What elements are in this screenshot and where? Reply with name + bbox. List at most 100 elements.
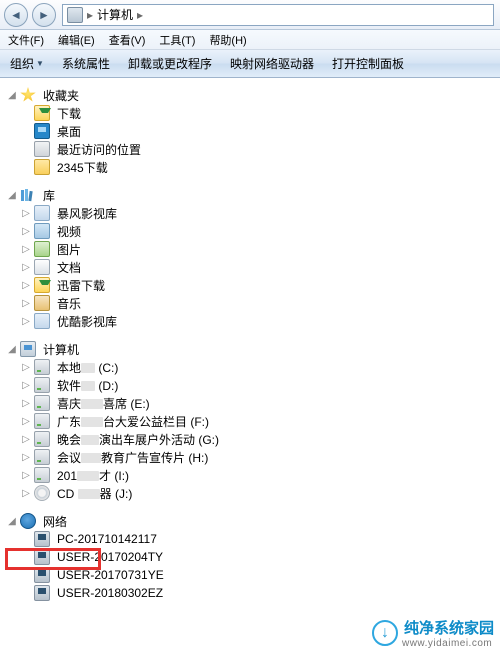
tree-item-drive[interactable]: ▷ 喜庆喜席 (E:) <box>0 394 500 412</box>
expand-icon[interactable]: ▷ <box>20 279 32 291</box>
tree-label: USER-20170204TY <box>57 550 163 564</box>
expand-icon[interactable]: ▷ <box>20 361 32 373</box>
tree-label: 2345下载 <box>57 159 108 176</box>
tree-item[interactable]: ▷ 图片 <box>0 240 500 258</box>
tree-label: CD 器 (J:) <box>57 485 132 502</box>
nav-forward-button[interactable]: ► <box>32 3 56 27</box>
tree-item[interactable]: ▷ 暴风影视库 <box>0 204 500 222</box>
tree-item-network-pc[interactable]: PC-201710142117 <box>0 530 500 548</box>
libraries-icon <box>20 187 36 203</box>
tree-group-libraries: ◢ 库 ▷ 暴风影视库 ▷ 视频 ▷ 图片 ▷ 文档 ▷ <box>0 186 500 330</box>
tree-item-drive[interactable]: ▷ 会议教育广告宣传片 (H:) <box>0 448 500 466</box>
tree-label: 最近访问的位置 <box>57 141 141 158</box>
collapse-icon[interactable]: ◢ <box>6 343 18 355</box>
tree-item-drive[interactable]: ▷ 软件 (D:) <box>0 376 500 394</box>
item-icon <box>34 295 50 311</box>
expand-icon[interactable]: ▷ <box>20 451 32 463</box>
navigation-bar: ◄ ► ▸ 计算机 ▸ <box>0 0 500 30</box>
tree-label: 软件 (D:) <box>57 377 118 394</box>
tree-item-drive[interactable]: ▷ 本地 (C:) <box>0 358 500 376</box>
tree-item[interactable]: ▷ 视频 <box>0 222 500 240</box>
collapse-icon[interactable]: ◢ <box>6 515 18 527</box>
expand-icon[interactable]: ▷ <box>20 469 32 481</box>
expand-icon[interactable]: ▷ <box>20 297 32 309</box>
tree-node-computer[interactable]: ◢ 计算机 <box>0 340 500 358</box>
expand-icon[interactable]: ▷ <box>20 261 32 273</box>
menu-view[interactable]: 查看(V) <box>109 32 146 48</box>
tree-label: 迅雷下载 <box>57 277 105 294</box>
star-icon <box>20 87 36 103</box>
tree-label: 计算机 <box>43 341 79 358</box>
item-icon <box>34 223 50 239</box>
expand-icon[interactable]: ▷ <box>20 207 32 219</box>
item-icon <box>34 205 50 221</box>
menu-edit[interactable]: 编辑(E) <box>58 32 95 48</box>
tree-item-drive[interactable]: ▷ 201才 (I:) <box>0 466 500 484</box>
tree-label: 文档 <box>57 259 81 276</box>
drive-icon <box>34 359 50 375</box>
tree-item[interactable]: ▷ 迅雷下载 <box>0 276 500 294</box>
item-icon <box>34 105 50 121</box>
tree-item[interactable]: 下载 <box>0 104 500 122</box>
tree-item-network-pc[interactable]: USER-20170204TY <box>0 548 500 566</box>
toolbar-uninstall[interactable]: 卸载或更改程序 <box>128 55 212 72</box>
tree-label: 晚会演出车展户外活动 (G:) <box>57 431 219 448</box>
tree-item-drive[interactable]: ▷ 晚会演出车展户外活动 (G:) <box>0 430 500 448</box>
drive-icon <box>34 467 50 483</box>
tree-item[interactable]: 2345下载 <box>0 158 500 176</box>
breadcrumb-sep: ▸ <box>137 8 143 22</box>
expand-icon[interactable]: ▷ <box>20 487 32 499</box>
tree-item[interactable]: ▷ 优酷影视库 <box>0 312 500 330</box>
expand-icon[interactable]: ▷ <box>20 397 32 409</box>
address-bar[interactable]: ▸ 计算机 ▸ <box>62 4 494 26</box>
pc-icon <box>34 549 50 565</box>
tree-node-network[interactable]: ◢ 网络 <box>0 512 500 530</box>
navigation-tree: ◢ 收藏夹 下载 桌面 最近访问的位置 2345下载 ◢ 库 <box>0 78 500 655</box>
menu-tools[interactable]: 工具(T) <box>159 32 195 48</box>
expand-icon[interactable]: ▷ <box>20 415 32 427</box>
tree-label: USER-20170731YE <box>57 568 164 582</box>
expand-icon[interactable]: ▷ <box>20 243 32 255</box>
drive-icon <box>34 413 50 429</box>
item-icon <box>34 277 50 293</box>
tree-node-libraries[interactable]: ◢ 库 <box>0 186 500 204</box>
drive-icon <box>34 395 50 411</box>
expand-icon[interactable]: ▷ <box>20 225 32 237</box>
expand-icon[interactable]: ▷ <box>20 379 32 391</box>
toolbar-map-drive[interactable]: 映射网络驱动器 <box>230 55 314 72</box>
tree-item-network-pc[interactable]: USER-20170731YE <box>0 566 500 584</box>
tree-item[interactable]: 最近访问的位置 <box>0 140 500 158</box>
tree-label: 广东台大爱公益栏目 (F:) <box>57 413 209 430</box>
expand-icon[interactable]: ▷ <box>20 433 32 445</box>
tree-item-drive[interactable]: ▷ CD 器 (J:) <box>0 484 500 502</box>
drive-icon <box>34 377 50 393</box>
drive-icon <box>34 449 50 465</box>
collapse-icon[interactable]: ◢ <box>6 89 18 101</box>
tree-label: 库 <box>43 187 55 204</box>
menu-help[interactable]: 帮助(H) <box>209 32 246 48</box>
item-icon <box>34 123 50 139</box>
expand-icon[interactable]: ▷ <box>20 315 32 327</box>
menu-file[interactable]: 文件(F) <box>8 32 44 48</box>
item-icon <box>34 259 50 275</box>
drive-icon <box>34 431 50 447</box>
menu-bar: 文件(F) 编辑(E) 查看(V) 工具(T) 帮助(H) <box>0 30 500 50</box>
item-icon <box>34 141 50 157</box>
collapse-icon[interactable]: ◢ <box>6 189 18 201</box>
tree-item-network-pc[interactable]: USER-20180302EZ <box>0 584 500 602</box>
tree-label: 图片 <box>57 241 81 258</box>
tree-item[interactable]: ▷ 音乐 <box>0 294 500 312</box>
toolbar-control-panel[interactable]: 打开控制面板 <box>332 55 404 72</box>
nav-back-button[interactable]: ◄ <box>4 3 28 27</box>
tree-item-drive[interactable]: ▷ 广东台大爱公益栏目 (F:) <box>0 412 500 430</box>
network-icon <box>20 513 36 529</box>
tree-label: 本地 (C:) <box>57 359 118 376</box>
toolbar-system-properties[interactable]: 系统属性 <box>62 55 110 72</box>
tree-node-favorites[interactable]: ◢ 收藏夹 <box>0 86 500 104</box>
toolbar-organize[interactable]: 组织▼ <box>10 55 44 72</box>
toolbar: 组织▼ 系统属性 卸载或更改程序 映射网络驱动器 打开控制面板 <box>0 50 500 78</box>
tree-item[interactable]: ▷ 文档 <box>0 258 500 276</box>
tree-group-computer: ◢ 计算机 ▷ 本地 (C:) ▷ 软件 (D:) ▷ 喜庆喜席 (E:) ▷ … <box>0 340 500 502</box>
breadcrumb-location[interactable]: 计算机 <box>97 6 133 23</box>
tree-item[interactable]: 桌面 <box>0 122 500 140</box>
